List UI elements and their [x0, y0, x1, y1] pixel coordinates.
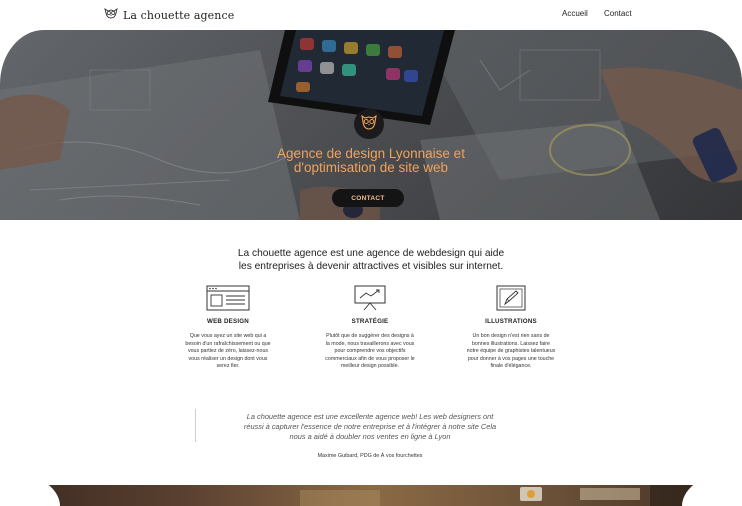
hero-banner: Agence de design Lyonnaise et d'optimisa…	[0, 30, 742, 220]
testimonial-quote: La chouette agence est une excellente ag…	[243, 412, 497, 441]
testimonial-author: Maxime Guibard, PDG de À vos fourchettes	[317, 453, 423, 459]
site-header: La chouette agence Accueil Contact	[0, 0, 742, 30]
service-title: WEB DESIGN	[207, 318, 249, 325]
brand-logo[interactable]: La chouette agence	[103, 6, 234, 24]
service-strategie: STRATÉGIE Plutôt que de suggérer des des…	[302, 285, 438, 371]
service-description: Un bon design n'est rien sans de bonnes …	[466, 333, 556, 370]
corner-mask-right	[682, 470, 742, 506]
service-description: Que vous ayez un site web qui a besoin d…	[185, 333, 271, 370]
corner-mask-left	[0, 470, 60, 506]
hero-title: Agence de design Lyonnaise et d'optimisa…	[277, 146, 465, 175]
service-description: Plutôt que de suggérer des designs à la …	[325, 333, 415, 370]
browser-window-icon	[206, 285, 250, 311]
service-title: STRATÉGIE	[351, 318, 389, 325]
brand-name: La chouette agence	[123, 8, 235, 22]
intro-text: La chouette agence est une agence de web…	[237, 248, 505, 272]
service-illustrations: ILLUSTRATIONS Un bon design n'est rien s…	[443, 285, 579, 371]
nav-contact[interactable]: Contact	[604, 9, 632, 18]
bottom-banner-graphic	[300, 485, 690, 506]
service-web-design: WEB DESIGN Que vous ayez un site web qui…	[160, 285, 296, 371]
bottom-banner-image	[0, 485, 742, 506]
owl-icon	[103, 6, 119, 24]
service-title: ILLUSTRATIONS	[485, 318, 537, 325]
contact-button[interactable]: CONTACT	[332, 189, 404, 207]
presentation-board-icon	[352, 285, 388, 311]
hero-owl-badge	[354, 109, 384, 139]
owl-icon	[359, 113, 379, 136]
quote-divider	[195, 409, 196, 442]
nav-accueil[interactable]: Accueil	[562, 9, 588, 18]
pencil-frame-icon	[495, 285, 527, 311]
